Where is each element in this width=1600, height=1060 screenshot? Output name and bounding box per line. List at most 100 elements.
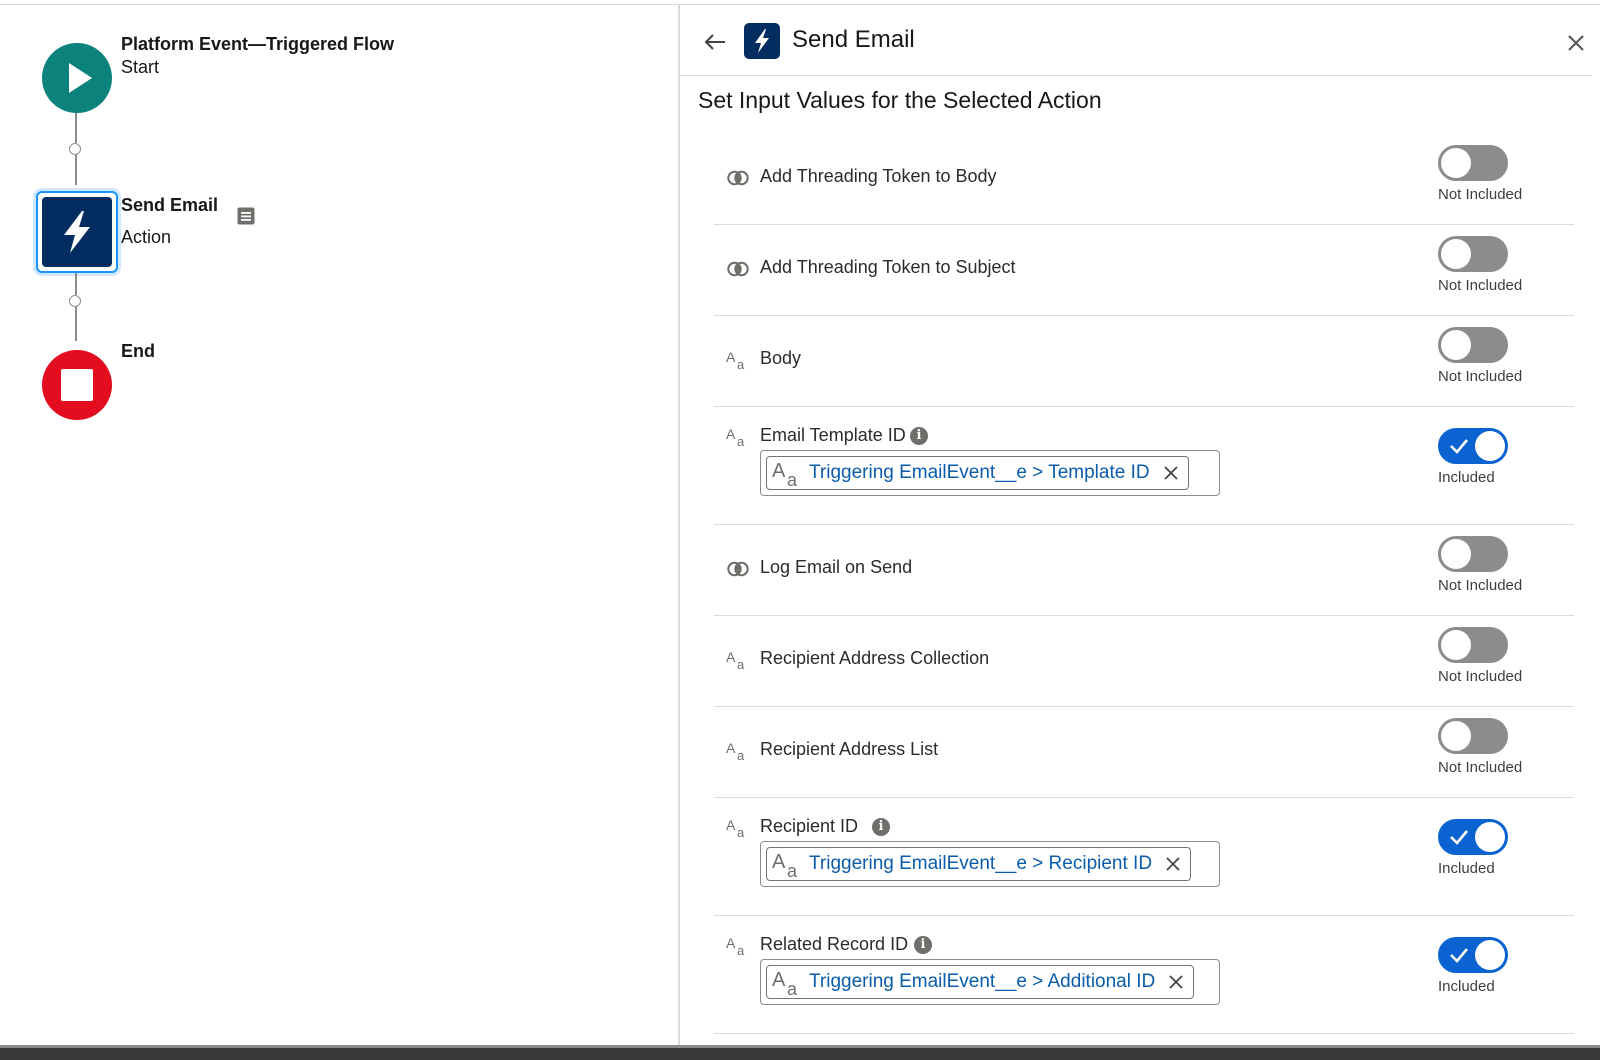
panel-header: Send Email	[680, 5, 1592, 76]
text-icon: Aa	[771, 968, 805, 999]
resource-pill-label: Triggering EmailEvent__e > Additional ID	[809, 971, 1156, 992]
field-label: Log Email on Send	[760, 557, 913, 577]
include-toggle[interactable]	[1438, 145, 1508, 181]
svg-text:a: a	[787, 861, 798, 878]
boolean-icon	[726, 258, 750, 280]
resource-input[interactable]: Aa Triggering EmailEvent__e > Template ID	[760, 450, 1220, 496]
resource-pill[interactable]: Aa Triggering EmailEvent__e > Recipient I…	[766, 847, 1192, 881]
include-toggle[interactable]	[1438, 937, 1508, 973]
window-bottom-edge	[0, 1048, 1600, 1060]
checkmark-icon	[1450, 439, 1468, 454]
app-window: Platform Event—Triggered Flow Start Send…	[0, 0, 1600, 1060]
svg-text:a: a	[787, 979, 798, 996]
input-row: Aa Related Record ID i Aa Triggering EmailEv…	[714, 915, 1574, 1034]
input-row: Aa Recipient Address Collection Not Includ…	[714, 615, 1574, 707]
include-toggle[interactable]	[1438, 327, 1508, 363]
input-row: Add Threading Token to Subject Not Includ…	[714, 224, 1574, 316]
resource-pill-label: Triggering EmailEvent__e > Recipient ID	[809, 853, 1153, 874]
text-icon: Aa	[726, 935, 750, 958]
toggle-status-label: Included	[1438, 978, 1495, 995]
flow-canvas: Platform Event—Triggered Flow Start Send…	[0, 5, 678, 1045]
panel-title: Send Email	[792, 26, 915, 53]
svg-text:A: A	[772, 460, 786, 482]
text-icon: Aa	[771, 459, 805, 490]
svg-text:a: a	[737, 825, 745, 839]
resource-pill[interactable]: Aa Triggering EmailEvent__e > Additional …	[766, 965, 1195, 999]
boolean-icon	[726, 558, 750, 580]
svg-text:A: A	[726, 817, 736, 833]
stop-icon	[61, 369, 93, 401]
svg-text:A: A	[726, 426, 736, 442]
action-node-body	[42, 197, 112, 267]
action-node-title: Send Email	[121, 195, 219, 215]
input-row: Aa Body Not Included	[714, 315, 1574, 407]
svg-text:A: A	[726, 935, 736, 951]
toggle-knob	[1441, 330, 1471, 360]
resource-pill-label: Triggering EmailEvent__e > Template ID	[809, 462, 1150, 483]
field-label: Add Threading Token to Body	[760, 166, 997, 186]
end-node-title: End	[121, 341, 155, 361]
end-node[interactable]	[42, 350, 112, 420]
svg-text:A: A	[772, 969, 786, 991]
field-label: Recipient ID	[760, 816, 859, 836]
lightning-bolt-icon	[64, 211, 90, 253]
add-element-button[interactable]	[69, 143, 81, 155]
include-toggle[interactable]	[1438, 627, 1508, 663]
panel-subtitle: Set Input Values for the Selected Action	[698, 87, 1102, 113]
remove-pill-icon[interactable]	[1167, 973, 1185, 991]
remove-pill-icon[interactable]	[1164, 855, 1182, 873]
checkmark-icon	[1450, 830, 1468, 845]
text-icon: Aa	[771, 850, 805, 881]
svg-text:a: a	[737, 434, 745, 448]
add-element-button[interactable]	[69, 295, 81, 307]
include-toggle[interactable]	[1438, 236, 1508, 272]
info-icon[interactable]: i	[872, 818, 890, 836]
boolean-icon	[726, 167, 750, 189]
toggle-knob	[1441, 721, 1471, 751]
field-label: Add Threading Token to Subject	[760, 257, 1016, 277]
send-email-action-node[interactable]	[36, 191, 118, 273]
svg-text:a: a	[737, 657, 745, 671]
include-toggle[interactable]	[1438, 428, 1508, 464]
resource-input[interactable]: Aa Triggering EmailEvent__e > Additional …	[760, 959, 1220, 1005]
start-node-subtitle: Start	[121, 57, 160, 77]
svg-text:A: A	[726, 349, 736, 365]
toggle-status-label: Included	[1438, 469, 1495, 486]
connector-line	[75, 155, 77, 185]
back-arrow-icon[interactable]	[700, 27, 730, 57]
toggle-status-label: Not Included	[1438, 368, 1523, 385]
input-row: Add Threading Token to Body Not Included	[714, 133, 1574, 225]
input-row: Aa Recipient ID i Aa Triggering EmailEvent__…	[714, 797, 1574, 916]
resource-pill[interactable]: Aa Triggering EmailEvent__e > Template ID	[766, 456, 1189, 490]
toggle-knob	[1475, 940, 1505, 970]
toggle-status-label: Not Included	[1438, 277, 1523, 294]
info-icon[interactable]: i	[914, 936, 932, 954]
text-icon: Aa	[726, 740, 750, 763]
input-row: Aa Email Template ID i Aa Triggering EmailEv…	[714, 406, 1574, 525]
lightning-bolt-icon	[755, 29, 769, 53]
start-node-title: Platform Event—Triggered Flow	[121, 34, 395, 54]
svg-text:A: A	[726, 649, 736, 665]
text-icon: Aa	[726, 649, 750, 672]
svg-text:a: a	[737, 943, 745, 957]
input-row: Aa Recipient Address List Not Included	[714, 706, 1574, 798]
connector-line	[75, 113, 77, 143]
checkmark-icon	[1450, 948, 1468, 963]
description-icon[interactable]	[236, 206, 256, 226]
svg-text:a: a	[787, 470, 798, 487]
include-toggle[interactable]	[1438, 819, 1508, 855]
start-node[interactable]	[42, 43, 112, 113]
close-icon[interactable]	[1564, 31, 1588, 55]
text-icon: Aa	[726, 349, 750, 372]
action-type-icon	[744, 23, 780, 59]
remove-pill-icon[interactable]	[1162, 464, 1180, 482]
toggle-status-label: Not Included	[1438, 668, 1523, 685]
input-row: Log Email on Send Not Included	[714, 524, 1574, 616]
field-label: Email Template ID	[760, 425, 906, 445]
include-toggle[interactable]	[1438, 536, 1508, 572]
toggle-status-label: Not Included	[1438, 577, 1523, 594]
resource-input[interactable]: Aa Triggering EmailEvent__e > Recipient I…	[760, 841, 1220, 887]
include-toggle[interactable]	[1438, 718, 1508, 754]
play-icon	[69, 63, 92, 93]
info-icon[interactable]: i	[910, 427, 928, 445]
